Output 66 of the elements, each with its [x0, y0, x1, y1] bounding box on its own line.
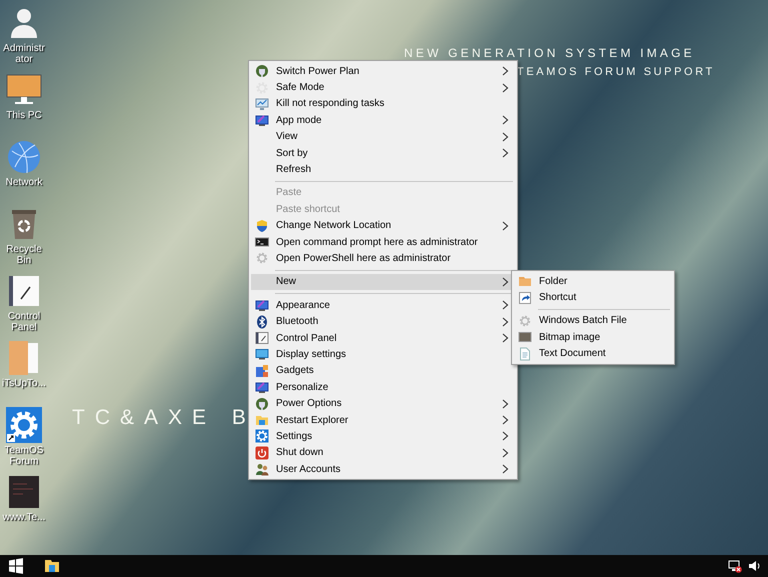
menu-item[interactable]: Control Panel [251, 330, 515, 346]
power-plug-icon [255, 396, 269, 411]
shield-icon [255, 218, 269, 233]
power-plug-icon [255, 64, 269, 78]
icon-label: iTsUpTo... [1, 378, 47, 389]
user-icon[interactable] [9, 7, 39, 39]
menu-item[interactable]: User Accounts [251, 460, 515, 478]
monitor-icon [255, 298, 269, 312]
monitor-icon [255, 113, 269, 128]
control-panel-icon[interactable] [8, 275, 40, 307]
icon-label: Network [4, 177, 44, 188]
network-error-icon[interactable] [728, 559, 742, 573]
gear-icon [518, 314, 532, 328]
monitor-icon [255, 380, 269, 394]
gadgets-icon [255, 364, 269, 378]
icon-label: Recycle Bin [5, 244, 43, 266]
menu-item[interactable]: Shut down [251, 444, 515, 461]
speaker-icon[interactable] [748, 559, 762, 573]
monitor-icon[interactable] [6, 74, 42, 106]
settings-icon [255, 429, 269, 444]
document-icon [518, 346, 532, 361]
menu-item[interactable]: Kill not responding tasks [251, 96, 515, 112]
power-icon [255, 446, 269, 460]
control-panel-icon [255, 331, 269, 346]
menu-item[interactable]: Settings [251, 428, 515, 445]
menu-item[interactable]: Shortcut [514, 289, 672, 306]
menu-item[interactable]: Text Document [514, 346, 672, 362]
menu-item[interactable]: Windows Batch File [514, 312, 672, 330]
image-icon [518, 330, 532, 344]
folder-icon[interactable] [44, 559, 60, 573]
menu-item[interactable]: Open command prompt here as administrator [251, 234, 515, 250]
folder-icon [255, 413, 269, 427]
folder-icon [518, 274, 532, 288]
wallpaper-text: TEAMOS FORUM SUPPORT [517, 66, 715, 78]
globe-icon[interactable] [7, 140, 41, 174]
users-icon [255, 462, 269, 476]
menu-item[interactable]: Gadgets [251, 362, 515, 380]
menu-item[interactable]: Display settings [251, 346, 515, 363]
console-icon [255, 235, 269, 250]
menu-item[interactable]: Bitmap image [514, 329, 672, 346]
start-icon[interactable] [8, 558, 24, 574]
icon-label: This PC [5, 110, 43, 121]
menu-item[interactable]: Appearance [251, 297, 515, 314]
gear-icon [255, 251, 269, 266]
menu-item[interactable]: Switch Power Plan [251, 63, 515, 80]
menu-item[interactable]: Change Network Location [251, 218, 515, 234]
icon-label: Control Panel [6, 311, 42, 333]
bluetooth-icon [255, 314, 269, 329]
menu-item[interactable]: Bluetooth [251, 313, 515, 330]
icon-label: www.Te... [2, 512, 46, 523]
shortcut-icon [518, 290, 532, 305]
menu-item[interactable]: Refresh [251, 161, 515, 178]
recycle-bin-icon[interactable] [10, 208, 38, 240]
menu-item[interactable]: Open PowerShell here as administrator [251, 250, 515, 267]
menu-item[interactable]: View [251, 128, 515, 145]
menu-item[interactable]: Sort by [251, 144, 515, 162]
menu-item[interactable]: Folder [514, 273, 672, 290]
icon-label: TeamOS Forum [4, 445, 44, 467]
menu-item[interactable]: Personalize [251, 379, 515, 396]
monitor-icon [255, 347, 269, 362]
menu-item[interactable]: App mode [251, 112, 515, 129]
icon-label: Administrator [2, 43, 46, 65]
monitor-icon [255, 96, 269, 111]
wallpaper-text: NEW GENERATION SYSTEM IMAGE [404, 46, 695, 60]
menu-item[interactable]: Safe Mode [251, 79, 515, 96]
settings-icon[interactable] [6, 407, 42, 443]
